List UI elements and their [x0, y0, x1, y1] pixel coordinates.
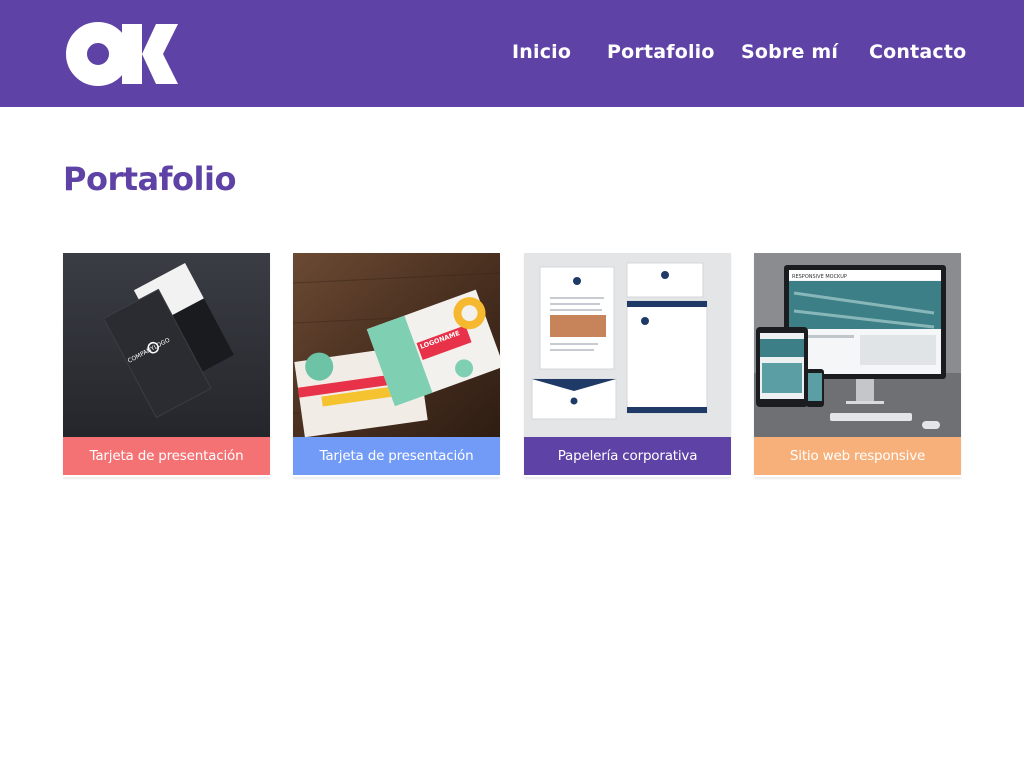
portfolio-card-business-card-colorful[interactable]: LOGONAME Tarjeta de presentación [293, 253, 500, 477]
portfolio-thumbnail [524, 253, 731, 437]
site-header: Inicio Portafolio Sobre mí Contacto [0, 0, 1024, 107]
portfolio-card-responsive-site[interactable]: RESPONSIVE MOCKUP Sitio web responsive [754, 253, 961, 477]
portfolio-card-business-card-dark[interactable]: COMPANYLOGO Tarjeta de presentación [63, 253, 270, 477]
nav-link-portafolio[interactable]: Portafolio [607, 38, 715, 66]
portfolio-thumbnail: COMPANYLOGO [63, 253, 270, 437]
portfolio-caption: Tarjeta de presentación [293, 437, 500, 475]
portfolio-thumbnail: LOGONAME [293, 253, 500, 437]
nav-link-inicio[interactable]: Inicio [512, 38, 571, 66]
portfolio-thumbnail: RESPONSIVE MOCKUP [754, 253, 961, 437]
portfolio-caption: Tarjeta de presentación [63, 437, 270, 475]
nav-link-contacto[interactable]: Contacto [869, 38, 966, 66]
portfolio-card-corporate-stationery[interactable]: Papelería corporativa [524, 253, 731, 477]
portfolio-caption: Sitio web responsive [754, 437, 961, 475]
page-title: Portafolio [63, 160, 236, 198]
portfolio-caption: Papelería corporativa [524, 437, 731, 475]
main-nav: Inicio Portafolio Sobre mí Contacto [0, 38, 1024, 68]
nav-link-sobre-mi[interactable]: Sobre mí [741, 38, 838, 66]
mockup-heading-text: RESPONSIVE MOCKUP [792, 274, 847, 280]
